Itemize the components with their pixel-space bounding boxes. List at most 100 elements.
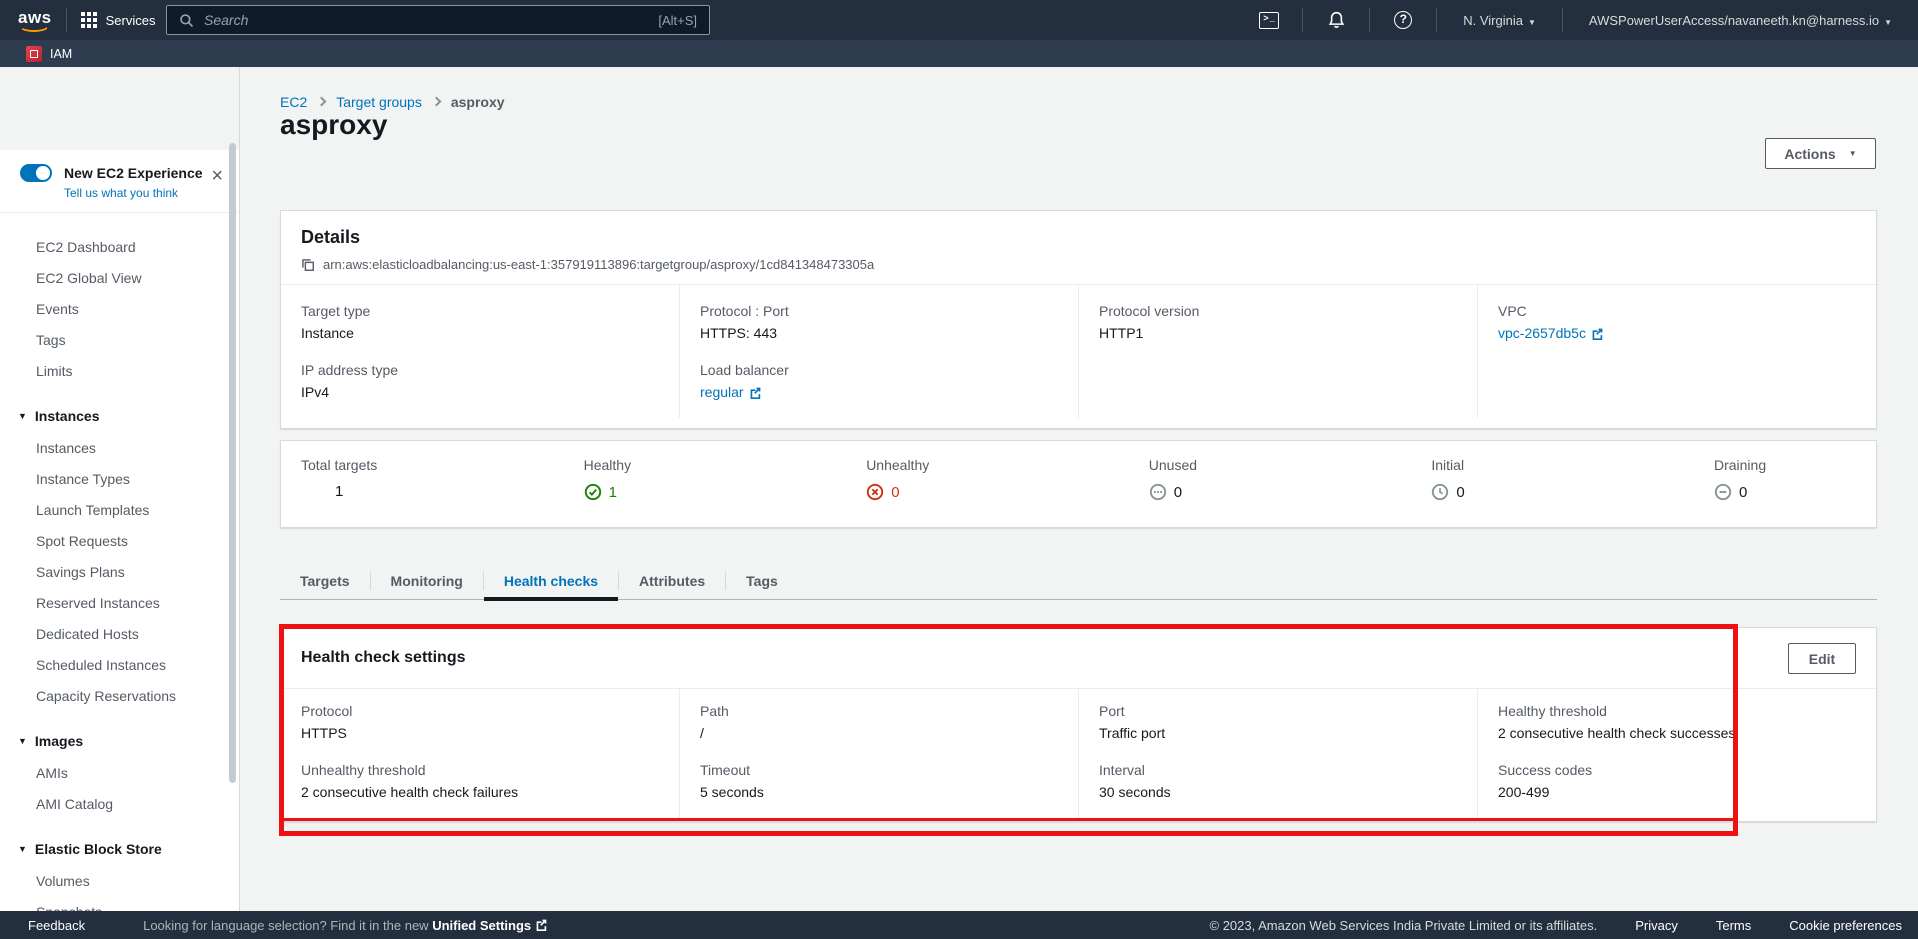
topbar-divider <box>1302 8 1303 32</box>
sidebar-item-ec2-dashboard[interactable]: EC2 Dashboard <box>0 231 239 262</box>
breadcrumb: EC2 Target groups asproxy <box>280 94 505 110</box>
feedback-button[interactable]: Feedback <box>28 918 85 933</box>
sidebar-item-tags[interactable]: Tags <box>0 324 239 355</box>
sidebar-item-amis[interactable]: AMIs <box>0 757 239 788</box>
health-check-columns: Protocol HTTPS Unhealthy threshold 2 con… <box>281 689 1876 818</box>
tab-health-checks[interactable]: Health checks <box>484 562 618 599</box>
chevron-down-icon: ▼ <box>18 844 27 854</box>
sidebar-item-volumes[interactable]: Volumes <box>0 865 239 896</box>
search-placeholder: Search <box>204 12 648 28</box>
privacy-link[interactable]: Privacy <box>1635 918 1678 933</box>
stat-label: Unused <box>1149 457 1259 473</box>
field-value: HTTPS <box>301 725 659 741</box>
ec2-sidebar: New EC2 Experience Tell us what you thin… <box>0 67 240 911</box>
stat-total-targets: Total targets 1 <box>301 457 411 527</box>
field-label: Port <box>1099 703 1457 719</box>
sidebar-item-scheduled-instances[interactable]: Scheduled Instances <box>0 649 239 680</box>
details-title: Details <box>301 227 1856 248</box>
cloudshell-icon: >_ <box>1259 12 1279 29</box>
field-value: 2 consecutive health check successes <box>1498 725 1856 741</box>
field-value: Instance <box>301 325 659 341</box>
health-check-column-3: Port Traffic port Interval 30 seconds <box>1078 689 1477 818</box>
tab-monitoring[interactable]: Monitoring <box>371 562 483 599</box>
favorites-bar: IAM <box>0 40 1918 67</box>
services-grid-icon <box>81 12 97 28</box>
sidebar-item-instances[interactable]: Instances <box>0 432 239 463</box>
sidebar-item-spot-requests[interactable]: Spot Requests <box>0 525 239 556</box>
field-value: HTTP1 <box>1099 325 1457 341</box>
stat-label: Unhealthy <box>866 457 976 473</box>
aws-console-page: aws Services Search [Alt+S] >_ ? N. Virg… <box>0 0 1918 939</box>
sidebar-item-capacity-reservations[interactable]: Capacity Reservations <box>0 680 239 711</box>
sidebar-item-reserved-instances[interactable]: Reserved Instances <box>0 587 239 618</box>
sidebar-item-instance-types[interactable]: Instance Types <box>0 463 239 494</box>
account-label: AWSPowerUserAccess/navaneeth.kn@harness.… <box>1589 13 1879 28</box>
sidebar-section-images[interactable]: ▼Images <box>0 725 239 757</box>
notifications-button[interactable] <box>1317 11 1355 29</box>
stat-label: Total targets <box>301 457 411 473</box>
stat-healthy: Healthy 1 <box>584 457 694 527</box>
close-icon[interactable]: × <box>211 168 223 184</box>
tab-targets[interactable]: Targets <box>280 562 370 599</box>
topbar-divider <box>1436 8 1437 32</box>
language-note-text: Looking for language selection? Find it … <box>143 918 432 933</box>
sidebar-item-savings-plans[interactable]: Savings Plans <box>0 556 239 587</box>
chevron-right-icon <box>431 97 441 107</box>
sidebar-item-events[interactable]: Events <box>0 293 239 324</box>
sidebar-item-dedicated-hosts[interactable]: Dedicated Hosts <box>0 618 239 649</box>
search-icon <box>179 13 194 28</box>
favorite-iam-link[interactable]: IAM <box>26 46 72 62</box>
breadcrumb-ec2[interactable]: EC2 <box>280 94 307 110</box>
target-group-tabs: Targets Monitoring Health checks Attribu… <box>280 562 1877 600</box>
cloudshell-button[interactable]: >_ <box>1250 12 1288 29</box>
field-label: Protocol <box>301 703 659 719</box>
iam-label: IAM <box>50 47 72 61</box>
stat-draining: Draining 0 <box>1714 457 1824 527</box>
help-icon: ? <box>1394 11 1412 29</box>
load-balancer-link[interactable]: regular <box>700 384 762 400</box>
field-value: 2 consecutive health check failures <box>301 784 659 800</box>
vpc-link[interactable]: vpc-2657db5c <box>1498 325 1604 341</box>
unified-settings-link[interactable]: Unified Settings <box>432 918 531 933</box>
sidebar-section-instances[interactable]: ▼Instances <box>0 400 239 432</box>
sidebar-item-limits[interactable]: Limits <box>0 355 239 386</box>
cookie-preferences-link[interactable]: Cookie preferences <box>1789 918 1902 933</box>
stat-value: 1 <box>335 483 343 500</box>
draining-minus-icon <box>1714 483 1732 501</box>
new-experience-toggle[interactable] <box>20 164 52 182</box>
stat-label: Healthy <box>584 457 694 473</box>
details-column-3: Protocol version HTTP1 <box>1078 285 1477 418</box>
sidebar-item-ami-catalog[interactable]: AMI Catalog <box>0 788 239 819</box>
tab-tags[interactable]: Tags <box>726 562 798 599</box>
breadcrumb-target-groups[interactable]: Target groups <box>336 94 422 110</box>
search-shortcut-hint: [Alt+S] <box>658 13 697 28</box>
sidebar-item-ec2-global-view[interactable]: EC2 Global View <box>0 262 239 293</box>
sidebar-section-ebs[interactable]: ▼Elastic Block Store <box>0 833 239 865</box>
global-search-input[interactable]: Search [Alt+S] <box>166 5 710 35</box>
help-button[interactable]: ? <box>1384 11 1422 29</box>
feedback-link[interactable]: Tell us what you think <box>64 186 221 200</box>
account-menu[interactable]: AWSPowerUserAccess/navaneeth.kn@harness.… <box>1577 13 1904 28</box>
actions-button[interactable]: Actions▼ <box>1765 138 1876 169</box>
edit-button[interactable]: Edit <box>1788 643 1856 674</box>
copy-icon[interactable] <box>301 258 315 272</box>
tab-attributes[interactable]: Attributes <box>619 562 725 599</box>
field-label: Path <box>700 703 1058 719</box>
health-check-header: Health check settings Edit <box>281 628 1876 689</box>
field-value: Traffic port <box>1099 725 1457 741</box>
field-label: Target type <box>301 303 659 319</box>
unhealthy-x-icon <box>866 483 884 501</box>
link-text: vpc-2657db5c <box>1498 325 1586 341</box>
sidebar-item-launch-templates[interactable]: Launch Templates <box>0 494 239 525</box>
region-selector[interactable]: N. Virginia▼ <box>1451 13 1548 28</box>
topbar-right-cluster: >_ ? N. Virginia▼ AWSPowerUserAccess/nav… <box>1250 0 1904 40</box>
field-value: 200-499 <box>1498 784 1856 800</box>
external-link-icon <box>1591 327 1604 340</box>
aws-logo[interactable]: aws <box>18 8 52 32</box>
services-menu-button[interactable]: Services <box>81 12 156 28</box>
sidebar-scrollbar[interactable] <box>229 143 236 783</box>
terms-link[interactable]: Terms <box>1716 918 1751 933</box>
stat-unused: Unused 0 <box>1149 457 1259 527</box>
stat-value: 0 <box>1174 484 1182 501</box>
health-check-column-4: Healthy threshold 2 consecutive health c… <box>1477 689 1876 818</box>
